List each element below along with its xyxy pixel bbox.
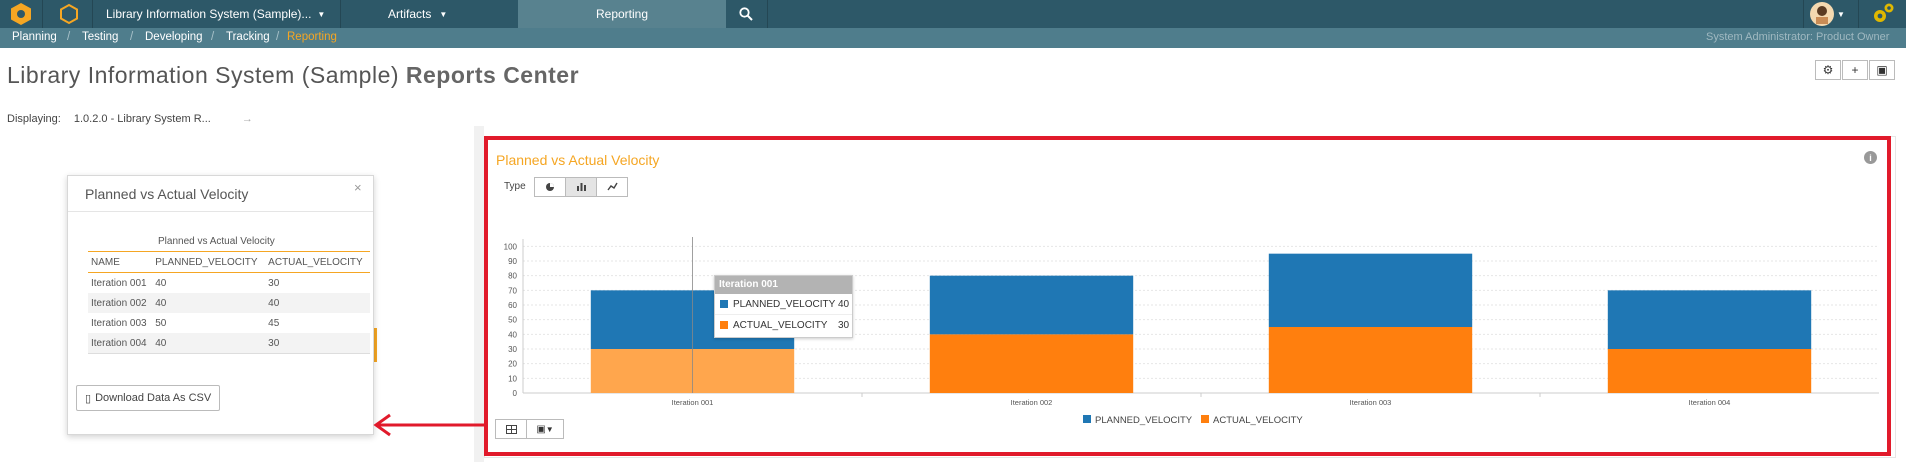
legend-label: ACTUAL_VELOCITY [1213,415,1303,426]
artifacts-label: Artifacts [388,7,432,21]
download-label: Download Data As CSV [95,392,212,404]
tooltip-row: ACTUAL_VELOCITY 30 [715,315,852,335]
chevron-down-icon: ▼ [317,9,326,19]
table-header-cell: NAME [91,256,120,268]
y-tick-label: 10 [508,374,517,383]
legend-swatch [720,321,728,329]
x-tick-label: Iteration 004 [1689,398,1731,407]
popup-title: Planned vs Actual Velocity [85,186,249,202]
y-tick-label: 20 [508,360,517,369]
subnav-testing[interactable]: Testing [82,31,118,43]
chevron-down-icon: ▼ [439,9,448,19]
y-tick-label: 90 [508,257,517,266]
add-button[interactable]: + [1842,60,1868,80]
bar-planned-velocity [1268,253,1473,327]
data-popup: Planned vs Actual Velocity × Planned vs … [67,175,374,435]
type-label: Type [504,181,526,192]
bar-planned-velocity [1607,290,1812,349]
table-row: Iteration 002 40 40 [88,293,370,313]
widget-title: Planned vs Actual Velocity [496,152,660,168]
y-tick-label: 40 [508,330,517,339]
y-tick-label: 60 [508,301,517,310]
chart-widget: Planned vs Actual Velocity i Type 0 10 20 3… [484,136,1896,458]
legend-swatch [1083,415,1091,423]
data-table: NAME PLANNED_VELOCITY ACTUAL_VELOCITY It… [88,251,370,354]
export-image-button[interactable]: ▣ ▼ [527,419,564,439]
bar-chart-button[interactable] [566,177,597,197]
velocity-bar-chart: 0102030405060708090100Iteration 001 Itera… [504,237,1879,426]
user-role-label: System Administrator: Product Owner [1706,31,1890,43]
y-tick-label: 30 [508,345,517,354]
chart-type-buttons [534,177,628,197]
reporting-label: Reporting [595,7,649,21]
plus-icon: + [1851,63,1859,77]
chart-tooltip: Iteration 001 PLANNED_VELOCITY 40 ACTUAL… [714,275,853,338]
breadcrumb [0,28,1906,48]
page-title-project: Library Information System (Sample) [7,62,400,88]
pie-chart-button[interactable] [534,177,566,197]
legend-swatch [1201,415,1209,423]
workspace-hexagon-icon[interactable] [50,0,88,28]
chevron-down-icon: ▼ [1837,9,1845,19]
table-header-row: NAME PLANNED_VELOCITY ACTUAL_VELOCITY [88,251,370,273]
search-icon[interactable] [726,0,766,28]
download-csv-button[interactable]: ▯ Download Data As CSV [76,385,221,411]
file-icon: ▯ [85,392,92,405]
image-icon: ▣ [1876,63,1888,77]
release-selector[interactable]: 1.0.2.0 - Library System R... [74,113,211,125]
line-chart-button[interactable] [597,177,628,197]
y-tick-label: 70 [508,286,517,295]
arrow-right-icon[interactable]: → [242,113,253,125]
info-icon[interactable]: i [1864,151,1877,164]
table-row: Iteration 004 40 30 [88,333,370,354]
legend-swatch [720,300,728,308]
app-logo-icon[interactable] [0,0,42,28]
y-tick-label: 50 [508,316,517,325]
close-icon[interactable]: × [354,180,362,195]
page-title: Library Information System (Sample) Repo… [7,62,579,89]
y-tick-label: 0 [513,389,518,398]
image-button[interactable]: ▣ [1869,60,1895,80]
artifacts-menu[interactable]: Artifacts ▼ [388,0,447,28]
subnav-reporting[interactable]: Reporting [287,31,337,43]
image-icon: ▣ [536,423,546,435]
project-dropdown[interactable]: Library Information System (Sample)... ▼ [106,0,325,28]
avatar [1810,2,1834,26]
displaying-label: Displaying: [7,113,61,125]
line-chart-icon [606,182,618,191]
legend-label: PLANNED_VELOCITY [1095,415,1193,426]
table-caption: Planned vs Actual Velocity [158,236,275,247]
bar-chart-icon [576,183,586,191]
table-header-cell: ACTUAL_VELOCITY [268,256,363,268]
bar-actual-velocity [929,334,1134,393]
y-tick-label: 80 [508,272,517,281]
table-row: Iteration 003 50 45 [91,317,280,329]
bar-actual-velocity [1268,327,1473,393]
tooltip-row: PLANNED_VELOCITY 40 [715,294,852,315]
table-header-cell: PLANNED_VELOCITY [155,256,258,268]
tooltip-title: Iteration 001 [715,276,852,294]
chevron-down-icon: ▼ [545,424,554,434]
user-avatar[interactable]: ▼ [1810,0,1852,28]
subnav-developing[interactable]: Developing [145,31,203,43]
y-tick-label: 100 [504,242,518,251]
table-row: Iteration 001 40 30 [91,277,280,289]
displaying-row: Displaying: 1.0.2.0 - Library System R..… [7,113,253,125]
top-navigation-bar: Library Information System (Sample)... ▼… [0,0,1906,28]
subnav-planning[interactable]: Planning [12,31,57,43]
bar-actual-velocity [1607,349,1812,393]
x-tick-label: Iteration 001 [672,398,714,407]
bar-planned-velocity [929,275,1134,335]
page-title-section: Reports Center [405,62,580,88]
x-tick-label: Iteration 002 [1011,398,1053,407]
gear-icon: ⚙ [1822,63,1834,77]
x-tick-label: Iteration 003 [1350,398,1392,407]
gears-icon[interactable] [1864,0,1902,28]
reporting-tab[interactable]: Reporting [518,0,726,28]
settings-button[interactable]: ⚙ [1815,60,1841,80]
project-label: Library Information System (Sample)... [106,7,312,21]
subnav-tracking[interactable]: Tracking [226,31,270,43]
pie-chart-icon [546,183,554,191]
annotation-arrow [373,413,488,437]
